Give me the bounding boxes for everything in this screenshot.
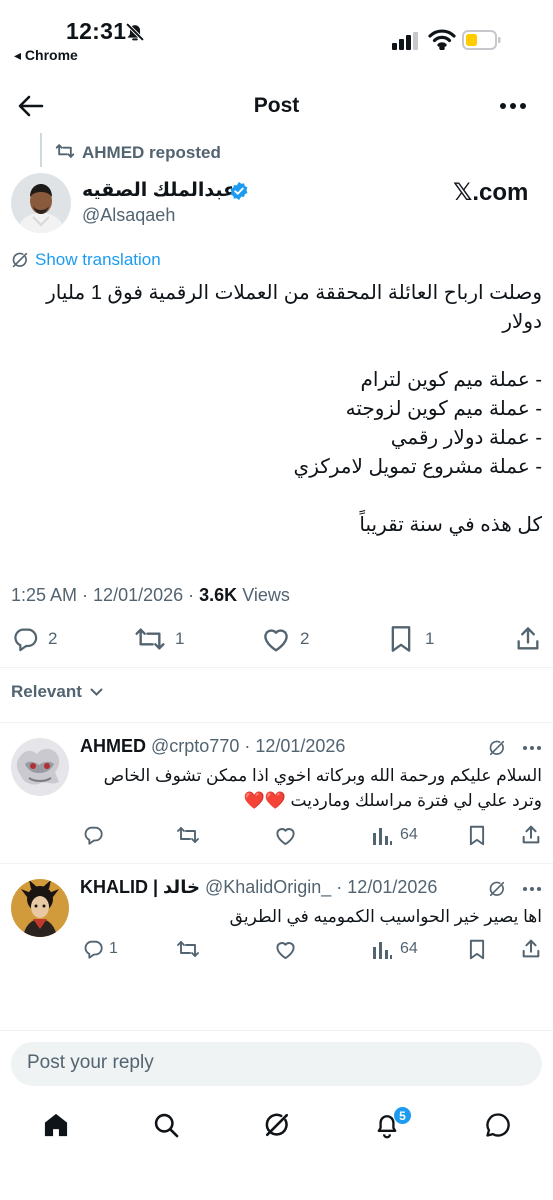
author-name[interactable]: عبدالملك الصقيه xyxy=(82,179,236,202)
meta-separator: · xyxy=(77,585,94,605)
repost-button-icon[interactable] xyxy=(176,825,200,845)
tweet-meta: 1:25 AM · 12/01/2026 · 3.6K Views xyxy=(11,585,290,606)
reply-input-placeholder[interactable]: Post your reply xyxy=(27,1052,154,1074)
reply-author-name[interactable]: AHMED xyxy=(80,736,146,756)
reply-icon[interactable] xyxy=(82,824,104,846)
repost-label: AHMED reposted xyxy=(82,143,221,162)
chevron-down-icon xyxy=(90,688,103,696)
grok-nav-icon[interactable] xyxy=(263,1111,291,1139)
reply-header: KHALID | خالد @KhalidOrigin_ · 12/01/202… xyxy=(80,877,437,898)
tweet-date: 12/01/2026 xyxy=(93,585,184,605)
wifi-icon xyxy=(428,28,456,50)
like-icon[interactable] xyxy=(274,939,297,960)
reply-author-handle[interactable]: @crpto770 xyxy=(151,736,239,756)
notifications-badge: 5 xyxy=(393,1106,412,1125)
divider xyxy=(0,1030,553,1031)
analytics-icon[interactable] xyxy=(372,825,392,845)
search-icon[interactable] xyxy=(152,1111,180,1139)
repost-button-icon[interactable] xyxy=(176,939,200,959)
bookmark-count: 1 xyxy=(425,629,435,648)
cellular-signal-icon xyxy=(392,32,420,50)
meta-separator: · xyxy=(183,585,200,605)
share-icon[interactable] xyxy=(514,625,542,653)
tweet-time: 1:25 AM xyxy=(11,585,78,605)
status-time: 12:31 xyxy=(66,18,127,44)
reply-date: · 12/01/2026 xyxy=(336,877,438,897)
views-count: 3.6K xyxy=(199,585,238,605)
share-icon[interactable] xyxy=(520,824,542,846)
reply-icon[interactable] xyxy=(11,625,39,653)
grok-icon[interactable] xyxy=(488,880,506,898)
more-options-icon[interactable] xyxy=(522,886,542,892)
bookmark-icon[interactable] xyxy=(468,825,486,846)
grok-icon[interactable] xyxy=(488,739,506,757)
show-translation-link[interactable]: Show translation xyxy=(35,250,161,270)
reply-text: السلام عليكم ورحمة الله وبركاته اخوي اذا… xyxy=(103,766,542,810)
views-count: 64 xyxy=(400,826,418,843)
like-icon[interactable] xyxy=(274,825,297,846)
reply-count: 2 xyxy=(48,629,58,648)
author-handle[interactable]: @Alsaqaeh xyxy=(82,205,175,226)
share-icon[interactable] xyxy=(520,938,542,960)
sort-dropdown[interactable]: Relevant xyxy=(11,682,103,702)
verified-badge-icon xyxy=(229,181,249,201)
reply-author-handle[interactable]: @KhalidOrigin_ xyxy=(205,877,331,897)
thread-line xyxy=(40,133,42,167)
bell-slash-icon xyxy=(124,21,146,43)
battery-icon xyxy=(462,30,502,50)
divider xyxy=(0,722,553,723)
analytics-icon[interactable] xyxy=(372,939,392,959)
reply-date: · 12/01/2026 xyxy=(244,736,346,756)
reply-text: اها يصير خير الحواسيب الكموميه في الطريق xyxy=(229,907,542,926)
views-count: 64 xyxy=(400,940,418,957)
divider xyxy=(0,667,553,668)
grok-icon xyxy=(11,251,29,269)
reply-author-name[interactable]: KHALID | خالد xyxy=(80,877,200,897)
bookmark-icon[interactable] xyxy=(389,625,413,653)
tweet-text: وصلت ارباح العائلة المحققة من العملات ال… xyxy=(46,282,542,536)
bookmark-icon[interactable] xyxy=(468,939,486,960)
page-title: Post xyxy=(253,94,300,117)
reply-header: AHMED @crpto770 · 12/01/2026 xyxy=(80,736,345,757)
reply-avatar[interactable] xyxy=(11,738,69,796)
more-options-icon[interactable] xyxy=(522,745,542,751)
repost-icon xyxy=(55,142,75,160)
more-options-icon[interactable] xyxy=(498,96,528,116)
repost-count: 1 xyxy=(175,629,185,648)
author-avatar[interactable] xyxy=(11,173,71,233)
reply-icon[interactable] xyxy=(82,938,104,960)
x-logo-text: 𝕏.com xyxy=(453,179,529,206)
repost-button-icon[interactable] xyxy=(134,625,166,653)
home-icon[interactable] xyxy=(42,1111,70,1139)
like-count: 2 xyxy=(300,629,310,648)
divider xyxy=(0,863,553,864)
messages-icon[interactable] xyxy=(484,1111,512,1139)
reply-avatar[interactable] xyxy=(11,879,69,937)
reply-count: 1 xyxy=(109,940,118,957)
views-label: Views xyxy=(242,585,290,605)
sort-label: Relevant xyxy=(11,682,82,701)
like-icon[interactable] xyxy=(261,625,291,653)
back-to-app-link[interactable]: ◂ Chrome xyxy=(14,47,78,64)
